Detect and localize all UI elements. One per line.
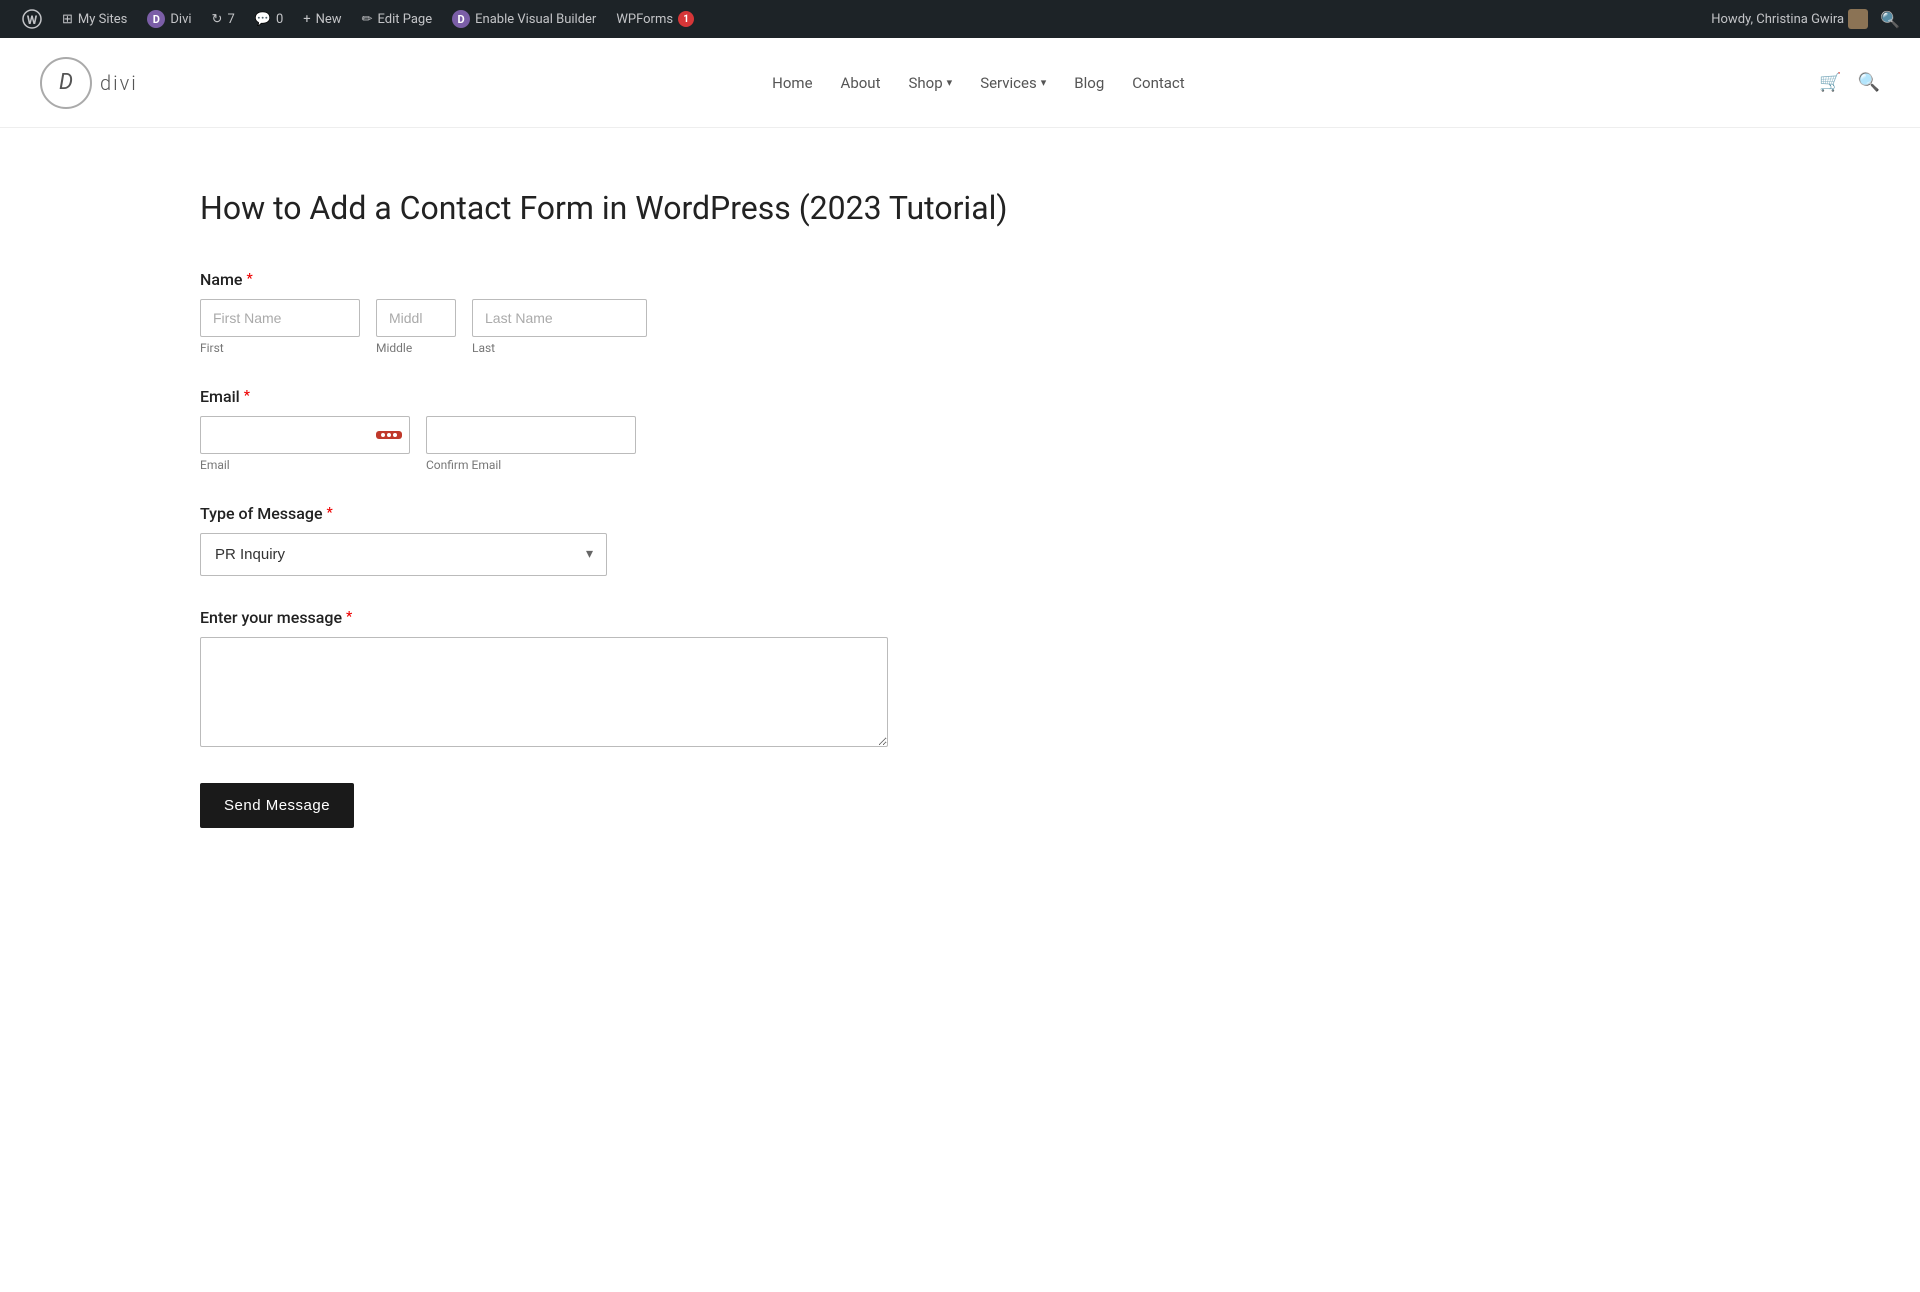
send-message-button[interactable]: Send Message: [200, 783, 354, 828]
admin-bar-updates[interactable]: ↻ 7: [202, 0, 245, 38]
first-name-input[interactable]: [200, 299, 360, 337]
admin-bar-edit-page[interactable]: ✏ Edit Page: [352, 0, 443, 38]
email-input-wrap: [200, 416, 410, 454]
nav-contact[interactable]: Contact: [1132, 74, 1184, 92]
admin-bar-wpforms[interactable]: WPForms 1: [606, 0, 704, 38]
admin-search-icon[interactable]: 🔍: [1872, 10, 1908, 29]
first-name-col: First: [200, 299, 360, 355]
shop-chevron-icon: ▾: [947, 76, 953, 89]
logo-text: divi: [100, 71, 138, 95]
svg-text:W: W: [27, 13, 38, 27]
confirm-email-col: Confirm Email: [426, 416, 636, 472]
page-title: How to Add a Contact Form in WordPress (…: [200, 188, 1160, 230]
comments-icon: 💬: [255, 12, 271, 27]
nav-about[interactable]: About: [841, 74, 881, 92]
header-search-icon[interactable]: 🔍: [1858, 72, 1880, 93]
nav-shop[interactable]: Shop ▾: [909, 74, 953, 92]
cart-icon[interactable]: 🛒: [1819, 72, 1841, 93]
last-name-input[interactable]: [472, 299, 647, 337]
plus-icon: +: [303, 12, 310, 27]
admin-bar-wp-logo[interactable]: W: [12, 0, 52, 38]
divi-icon: D: [147, 10, 165, 28]
admin-bar-enable-visual-builder[interactable]: D Enable Visual Builder: [442, 0, 606, 38]
email-row: Email Confirm Email: [200, 416, 1160, 472]
message-required: *: [346, 609, 352, 625]
message-type-select[interactable]: PR Inquiry General Inquiry Support Other: [200, 533, 607, 576]
nav-blog[interactable]: Blog: [1074, 74, 1104, 92]
admin-bar-new[interactable]: + New: [293, 0, 351, 38]
middle-name-input[interactable]: [376, 299, 456, 337]
admin-bar-divi[interactable]: D Divi: [137, 0, 201, 38]
user-avatar[interactable]: [1848, 9, 1868, 29]
services-chevron-icon: ▾: [1041, 76, 1047, 89]
email-label: Email *: [200, 387, 1160, 406]
message-section: Enter your message *: [200, 608, 1160, 751]
nav-services[interactable]: Services ▾: [980, 74, 1046, 92]
my-sites-icon: ⊞: [62, 12, 73, 27]
logo-circle-icon: D: [40, 57, 92, 109]
admin-bar-comments[interactable]: 💬 0: [245, 0, 294, 38]
first-name-sublabel: First: [200, 341, 360, 355]
main-content: How to Add a Contact Form in WordPress (…: [0, 128, 1200, 908]
nav-home[interactable]: Home: [772, 74, 812, 92]
admin-bar-left: W ⊞ My Sites D Divi ↻ 7 💬 0 + New ✏ Edit…: [12, 0, 1711, 38]
name-row: First Middle Last: [200, 299, 1160, 355]
updates-icon: ↻: [212, 12, 223, 27]
last-name-sublabel: Last: [472, 341, 647, 355]
email-section: Email * Email Confirm Email: [200, 387, 1160, 472]
site-logo[interactable]: D divi: [40, 57, 138, 109]
site-nav: Home About Shop ▾ Services ▾ Blog Contac…: [772, 74, 1185, 92]
admin-bar-my-sites[interactable]: ⊞ My Sites: [52, 0, 137, 38]
message-type-section: Type of Message * PR Inquiry General Inq…: [200, 504, 1160, 576]
middle-name-sublabel: Middle: [376, 341, 456, 355]
last-name-col: Last: [472, 299, 647, 355]
middle-name-col: Middle: [376, 299, 456, 355]
wpforms-badge: 1: [678, 11, 694, 27]
message-label: Enter your message *: [200, 608, 1160, 627]
email-sublabel: Email: [200, 458, 410, 472]
howdy-text: Howdy, Christina Gwira: [1711, 12, 1844, 27]
email-required: *: [244, 388, 250, 404]
nav-icons: 🛒 🔍: [1819, 72, 1880, 93]
name-label: Name *: [200, 270, 1160, 289]
message-textarea[interactable]: [200, 637, 888, 747]
email-col: Email: [200, 416, 410, 472]
name-required: *: [246, 271, 252, 287]
email-dots-indicator: [376, 431, 402, 439]
confirm-email-sublabel: Confirm Email: [426, 458, 636, 472]
admin-bar-right: Howdy, Christina Gwira 🔍: [1711, 9, 1908, 29]
name-section: Name * First Middle Last: [200, 270, 1160, 355]
message-type-label: Type of Message *: [200, 504, 1160, 523]
edit-icon: ✏: [362, 12, 373, 27]
message-type-required: *: [327, 505, 333, 521]
message-type-select-wrap: PR Inquiry General Inquiry Support Other…: [200, 533, 607, 576]
admin-bar: W ⊞ My Sites D Divi ↻ 7 💬 0 + New ✏ Edit…: [0, 0, 1920, 38]
site-header: D divi Home About Shop ▾ Services ▾ Blog…: [0, 38, 1920, 128]
logo-letter: D: [59, 70, 73, 95]
confirm-email-input[interactable]: [426, 416, 636, 454]
divi-visual-icon: D: [452, 10, 470, 28]
